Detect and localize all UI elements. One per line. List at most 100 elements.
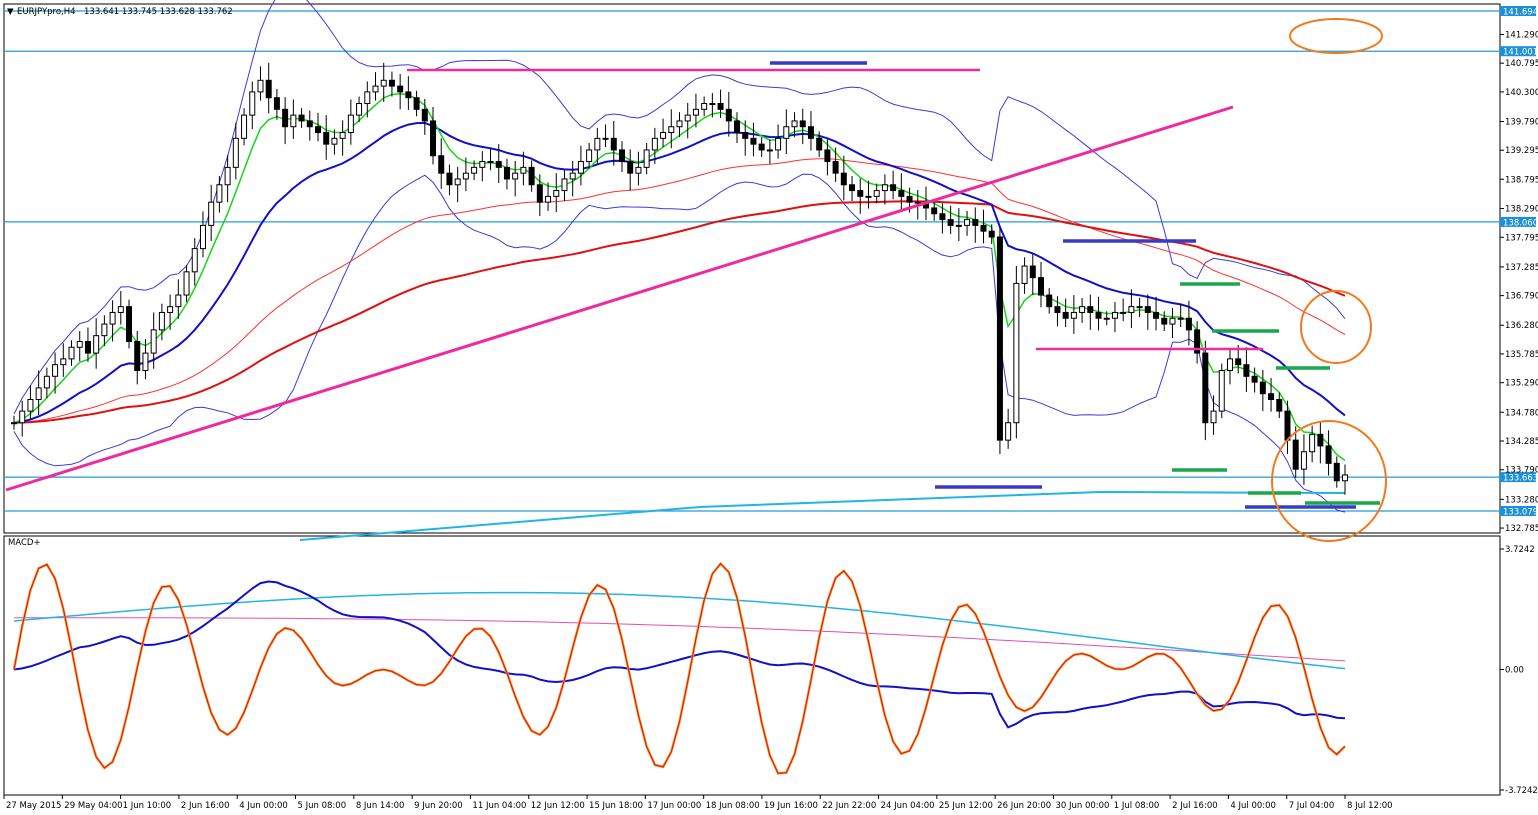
price-tick-label: 137.795 (1505, 233, 1538, 243)
candle-body (717, 103, 724, 110)
candle-body (996, 236, 1003, 441)
candle-body (339, 132, 346, 139)
candle-body (577, 161, 584, 174)
candle-body (1292, 439, 1299, 470)
price-tag: 133.079 (1503, 508, 1538, 518)
candle-body (1169, 317, 1176, 325)
candle-body (553, 190, 560, 197)
candle-body (791, 120, 798, 128)
time-tick-label: 4 Jun 00:00 (239, 801, 288, 811)
candle-body (775, 137, 782, 151)
candle-body (413, 97, 420, 110)
candle-body (405, 91, 412, 99)
candle-body (380, 79, 387, 87)
candle-body (84, 340, 91, 354)
candle-body (1177, 317, 1184, 320)
price-tick-label: 136.280 (1505, 321, 1538, 331)
candle-body (462, 172, 469, 180)
candle-body (446, 172, 453, 186)
candle-body (503, 166, 510, 180)
candle-body (372, 85, 379, 93)
candle-body (1185, 317, 1192, 331)
candle-body (890, 184, 897, 192)
candle-body (676, 120, 683, 128)
candle-body (1062, 311, 1069, 319)
macd-tick-label: 0.00 (1505, 666, 1524, 676)
candle-body (323, 132, 330, 145)
candle-body (1276, 399, 1283, 412)
candle-body (232, 137, 239, 168)
candle-body (799, 120, 806, 128)
candle-body (1202, 352, 1209, 424)
time-tick-label: 25 Jun 12:00 (939, 801, 993, 811)
candle-body (692, 108, 699, 116)
candle-body (1111, 311, 1118, 319)
price-tag: 138.060 (1503, 218, 1538, 228)
time-tick-label: 17 Jun 00:00 (647, 801, 701, 811)
candle-body (742, 132, 749, 139)
symbol-header: EURJPYpro,H4 (17, 7, 76, 17)
candle-body (282, 108, 289, 128)
candle-body (454, 178, 461, 186)
candle-body (356, 103, 363, 116)
candle-body (331, 137, 338, 145)
candle-body (643, 149, 650, 168)
candle-body (849, 184, 856, 192)
candle-body (1054, 306, 1061, 313)
candle-body (865, 195, 872, 198)
candle-body (1029, 265, 1036, 279)
candle-body (241, 114, 248, 139)
candle-body (734, 120, 741, 134)
candle-body (68, 346, 75, 360)
candle-body (1038, 277, 1045, 296)
candle-body (964, 219, 971, 226)
candle-body (273, 97, 280, 110)
time-tick-label: 11 Jun 04:00 (472, 801, 526, 811)
candle-body (898, 190, 905, 197)
price-tick-label: 135.785 (1505, 350, 1538, 360)
candle-body (1021, 265, 1028, 284)
price-tick-label: 133.280 (1505, 495, 1538, 505)
candle-body (1325, 445, 1332, 464)
price-tick-label: 139.295 (1505, 146, 1538, 156)
candle-body (19, 410, 26, 424)
candle-body (758, 143, 765, 151)
candle-body (807, 126, 814, 139)
candle-body (1284, 410, 1291, 441)
candle-body (766, 149, 773, 152)
time-tick-label: 7 Jul 04:00 (1289, 801, 1335, 811)
candle-body (265, 79, 272, 99)
candle-body (939, 213, 946, 221)
candle-body (199, 224, 206, 250)
candle-body (126, 306, 133, 342)
price-tick-label: 134.285 (1505, 437, 1538, 447)
candle-body (750, 137, 757, 145)
chart-background (0, 0, 1538, 815)
candle-body (1046, 294, 1053, 308)
price-tick-label: 138.795 (1505, 175, 1538, 185)
candle-body (306, 120, 313, 128)
candle-body (569, 172, 576, 180)
candle-body (11, 422, 17, 425)
candle-body (142, 352, 149, 371)
candle-body (1218, 369, 1225, 412)
candle-body (561, 178, 568, 192)
candle-body (725, 108, 732, 122)
candle-body (216, 184, 223, 203)
candle-body (35, 387, 42, 401)
price-tick-label: 134.780 (1505, 408, 1538, 418)
time-tick-label: 30 Jun 00:00 (1055, 801, 1109, 811)
candle-body (988, 230, 995, 238)
candle-body (1309, 433, 1316, 453)
candle-body (495, 161, 502, 168)
price-tick-label: 138.290 (1505, 205, 1538, 215)
price-chart[interactable]: 3.7242 0.00 -3.7242 141.694 141.001 138.060 1… (0, 0, 1538, 815)
candle-body (27, 399, 34, 412)
header-prices: 133.641 133.745 133.628 133.762 (84, 7, 233, 17)
dropdown-arrow-icon[interactable]: ▼ (7, 7, 14, 17)
candle-body (914, 201, 921, 204)
time-tick-label: 5 Jun 08:00 (298, 801, 347, 811)
candle-body (60, 358, 67, 366)
candle-body (487, 161, 494, 164)
candle-body (150, 329, 157, 354)
